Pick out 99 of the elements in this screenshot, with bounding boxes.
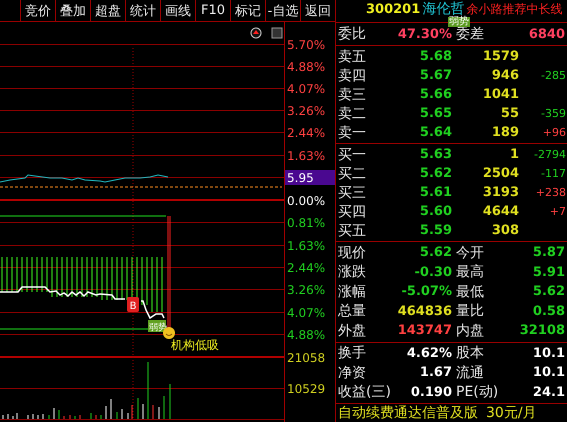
stat-value: 10.1 — [532, 346, 565, 361]
axis-label: 3.26% — [287, 283, 326, 297]
stat-label: 最低 — [455, 282, 485, 301]
stat-value: -5.07% — [402, 284, 452, 300]
axis-label: 4.88% — [287, 60, 326, 74]
stat-label: 总量 — [337, 302, 367, 320]
ask-price: 5.67 — [420, 68, 452, 83]
stat-label: 内盘 — [455, 322, 485, 340]
row-label: 卖五 — [337, 48, 367, 66]
panel-toggle-icon[interactable] — [272, 28, 282, 38]
price-line-drawing — [141, 300, 165, 320]
bid-volume: 308 — [492, 223, 519, 238]
toolbar-button[interactable]: -自选 — [265, 0, 300, 21]
stat-label: 净资 — [337, 364, 367, 382]
row-label: 买五 — [337, 222, 367, 240]
stat-value: 10.1 — [532, 365, 565, 380]
axis-label: 21058 — [287, 351, 326, 365]
bid-volume: 2504 — [482, 166, 519, 181]
stat-value: 24.1 — [532, 384, 565, 400]
row-label: 卖四 — [337, 66, 367, 84]
footer-text: 自动续费通达信普及版 — [338, 404, 478, 422]
volume-change: -2794 — [534, 148, 566, 161]
row-label: 卖一 — [337, 124, 367, 142]
bid-price: 5.63 — [420, 147, 452, 162]
ask-volume: 1579 — [482, 49, 519, 64]
volume-change: +238 — [536, 186, 566, 199]
row-label: 买四 — [337, 202, 367, 220]
ask-volume: 946 — [492, 68, 519, 83]
promo-text: 余小路推荐中长线 — [466, 2, 562, 16]
stat-label: 流通 — [455, 364, 485, 382]
volume-change: +7 — [550, 205, 566, 218]
stat-value: 6840 — [528, 26, 565, 42]
ask-price: 5.66 — [420, 87, 452, 102]
axis-label: 3.26% — [287, 104, 326, 118]
stat-label: 外盘 — [337, 322, 367, 340]
ask-price: 5.65 — [420, 106, 452, 121]
stat-value: 4.62% — [406, 346, 452, 361]
axis-label: 10529 — [287, 382, 326, 396]
stat-label: 委比 — [337, 25, 367, 43]
stat-label: 换手 — [337, 344, 367, 362]
bid-price: 5.62 — [420, 166, 452, 181]
stat-value: 0.58 — [532, 304, 565, 319]
stat-value: 1.67 — [420, 365, 452, 380]
axis-label: 2.44% — [287, 261, 326, 275]
axis-label: 4.07% — [287, 82, 326, 96]
axis-label: 4.88% — [287, 328, 326, 342]
stat-value: 32108 — [520, 323, 565, 338]
axis-label: 2.44% — [287, 126, 326, 140]
axis-label: 1.63% — [287, 149, 326, 163]
bid-volume: 1 — [510, 147, 519, 162]
volume-change: +96 — [542, 126, 566, 139]
price-tag: 5.95 — [285, 170, 335, 185]
marker-tag: B — [127, 297, 139, 312]
stat-label: 股本 — [455, 344, 485, 362]
row-label: 卖三 — [337, 86, 367, 104]
stat-label: PE(动) — [455, 383, 496, 402]
row-label: 买二 — [337, 164, 367, 182]
stat-label: 现价 — [337, 244, 367, 262]
ask-volume: 1041 — [482, 87, 519, 102]
axis-label: 1.63% — [287, 239, 326, 253]
axis-label: 0.00% — [287, 194, 326, 208]
ask-price: 5.68 — [420, 49, 452, 64]
axis-label: 5.70% — [287, 38, 326, 52]
stat-label: 量比 — [455, 302, 485, 320]
row-label: 买一 — [337, 146, 367, 164]
bid-price: 5.59 — [420, 223, 452, 238]
volume-change: -285 — [541, 69, 566, 82]
volume-change: -359 — [541, 107, 566, 120]
volume-change: -117 — [541, 167, 566, 180]
bid-price: 5.61 — [420, 185, 452, 200]
stat-value: 47.30% — [398, 26, 452, 42]
stat-value: -0.30 — [414, 264, 452, 280]
axis-label: 0.81% — [287, 216, 326, 230]
stat-label: 今开 — [455, 244, 485, 262]
ask-volume: 189 — [492, 125, 519, 140]
bid-volume: 4644 — [482, 204, 519, 219]
stat-value: 464836 — [398, 304, 452, 319]
row-label: 卖二 — [337, 104, 367, 122]
bid-price: 5.60 — [420, 204, 452, 219]
signal-note: 机构低吸 — [171, 338, 219, 352]
stat-value: 5.87 — [532, 245, 565, 260]
stat-value: 5.62 — [532, 284, 565, 300]
bid-volume: 3193 — [482, 185, 519, 200]
stat-value: 143747 — [398, 323, 452, 338]
axis-label: 4.07% — [287, 306, 326, 320]
stat-label: 委差 — [455, 26, 485, 43]
stock-code: 300201 — [366, 2, 420, 17]
ask-volume: 55 — [500, 106, 519, 121]
row-label: 买三 — [337, 184, 367, 202]
stock-name: 海伦哲 — [422, 2, 464, 17]
stat-value: 5.62 — [420, 245, 452, 260]
stat-label: 涨幅 — [337, 282, 367, 301]
stat-label: 最高 — [455, 263, 485, 282]
stat-value: 0.190 — [410, 384, 452, 400]
stat-value: 5.91 — [532, 264, 565, 280]
stat-label: 涨跌 — [337, 263, 367, 282]
strength-badge: 弱势 — [448, 17, 470, 27]
ask-price: 5.64 — [420, 125, 452, 140]
footer-price: 30元/月 — [486, 404, 537, 422]
